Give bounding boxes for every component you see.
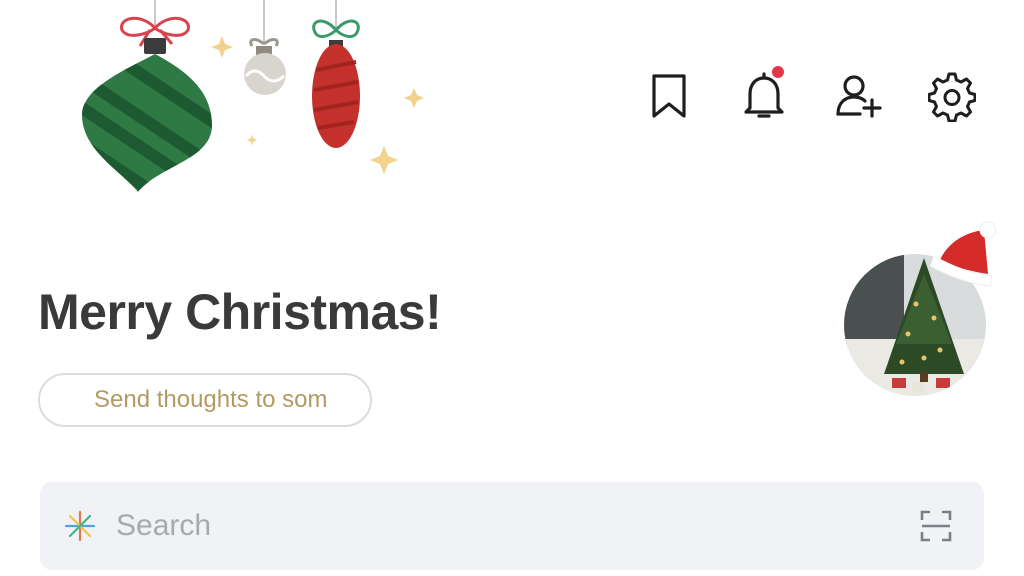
- scan-icon[interactable]: [918, 508, 954, 544]
- send-thoughts-input[interactable]: Send thoughts to som: [38, 373, 372, 427]
- bookmark-icon: [652, 74, 686, 118]
- christmas-ornaments-decoration: [82, 0, 424, 192]
- page-title: Merry Christmas!: [38, 284, 442, 340]
- notification-badge: [772, 66, 784, 78]
- settings-button[interactable]: [927, 70, 977, 123]
- green-ornament-icon: [82, 0, 212, 192]
- add-friend-icon: [836, 75, 882, 118]
- add-friend-button[interactable]: [834, 70, 882, 122]
- header-actions: [646, 66, 977, 123]
- sparkle-icon: [64, 510, 96, 542]
- santa-hat-icon: [929, 221, 997, 287]
- search-bar[interactable]: [40, 482, 984, 570]
- red-ornament-icon: [312, 0, 360, 148]
- profile-avatar-button[interactable]: [842, 220, 1002, 400]
- notifications-button[interactable]: [740, 66, 788, 122]
- bell-icon: [744, 72, 784, 118]
- gear-icon: [927, 72, 977, 123]
- bookmark-button[interactable]: [646, 70, 694, 122]
- silver-ornament-icon: [244, 0, 286, 95]
- search-input[interactable]: [114, 508, 918, 544]
- send-thoughts-placeholder: Send thoughts to som: [94, 386, 328, 413]
